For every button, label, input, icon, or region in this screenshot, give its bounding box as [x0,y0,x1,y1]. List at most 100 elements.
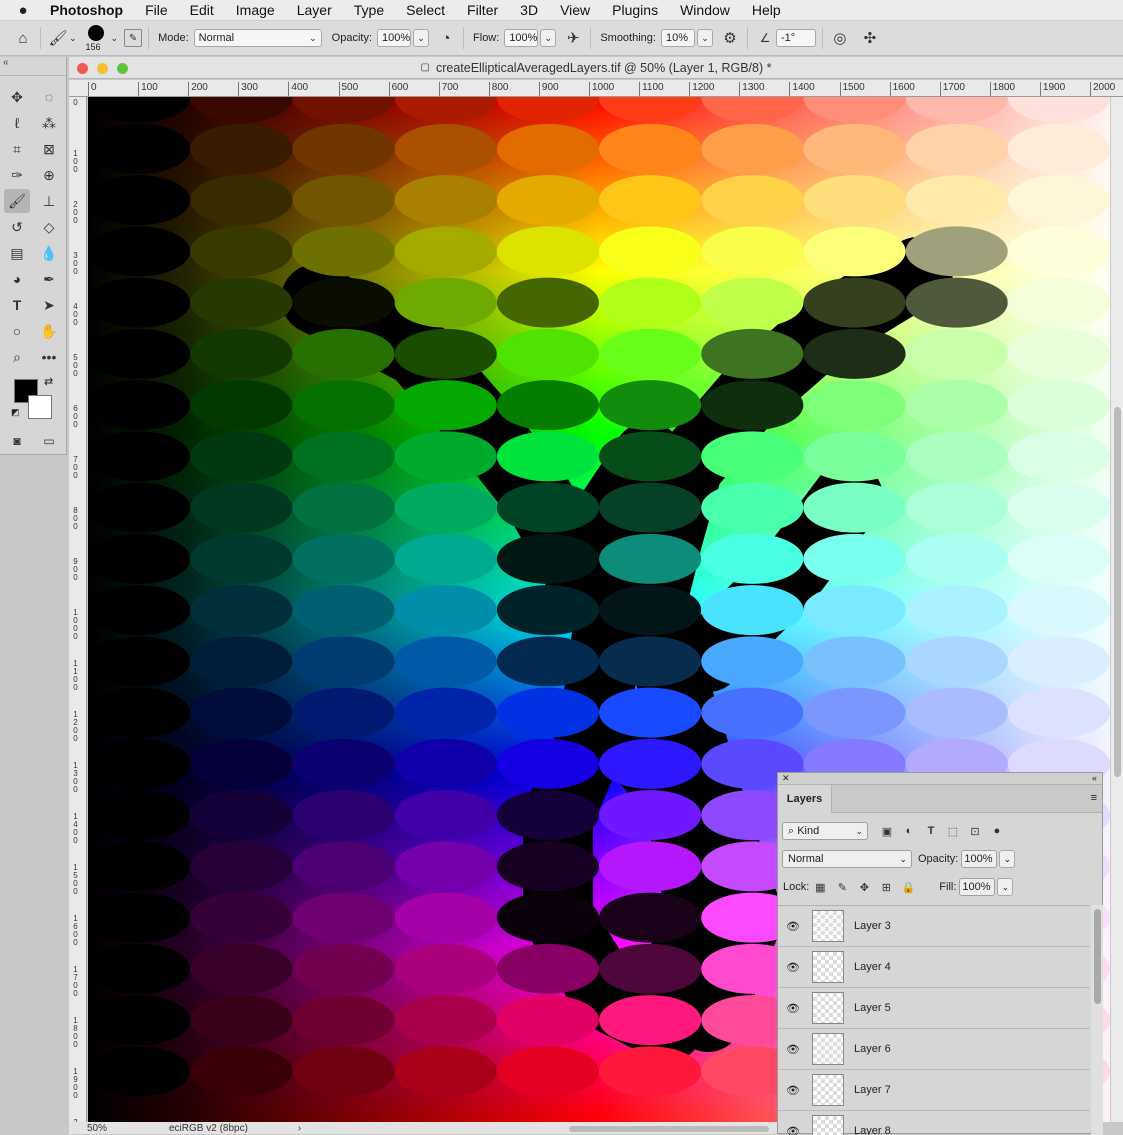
brush-preset-chevron-icon[interactable]: ⌄ [111,33,119,44]
visibility-eye-icon[interactable]: 👁 [778,920,808,933]
layers-scrollbar[interactable] [1091,905,1103,1135]
blur-tool-icon[interactable]: 💧 [36,241,62,265]
close-window-button[interactable] [77,63,88,74]
ellipse-tool-icon[interactable]: ○ [4,319,30,343]
visibility-eye-icon[interactable]: 👁 [778,1084,808,1097]
brush-tool-icon[interactable]: 🖌 [47,27,69,49]
apple-icon[interactable]: ● [0,2,46,19]
layer-opacity-input[interactable]: 100% [961,850,997,868]
mode-select[interactable]: Normal ⌄ [194,29,322,47]
gear-icon[interactable]: ⚙ [719,27,741,49]
menu-window[interactable]: Window [669,2,741,18]
filter-adjustment-icon[interactable]: ◐ [898,822,920,840]
clone-stamp-tool-icon[interactable]: ⊥ [36,189,62,213]
menu-image[interactable]: Image [225,2,286,18]
more-tools-icon[interactable]: ••• [36,345,62,369]
minimize-window-button[interactable] [97,63,108,74]
healing-brush-tool-icon[interactable]: ⊕ [36,163,62,187]
brush-angle-input[interactable]: -1° [776,29,816,47]
default-colors-icon[interactable]: ◩ [11,407,20,418]
airbrush-icon[interactable]: ✈ [562,27,584,49]
scrollbar-thumb[interactable] [1094,909,1101,1004]
filter-type-icon[interactable]: T [920,822,942,840]
smoothing-dropdown[interactable]: ⌄ [697,29,713,47]
symmetry-butterfly-icon[interactable]: ✣ [859,27,881,49]
swap-colors-icon[interactable]: ⇄ [44,375,53,388]
filter-pixel-icon[interactable]: ▣ [876,822,898,840]
opacity-dropdown[interactable]: ⌄ [413,29,429,47]
status-menu-chevron-icon[interactable]: › [298,1123,301,1134]
menu-type[interactable]: Type [343,2,395,18]
type-tool-icon[interactable]: T [4,293,30,317]
menu-app[interactable]: Photoshop [46,2,134,18]
screen-mode-icon[interactable]: ▭ [36,429,62,453]
filter-smart-object-icon[interactable]: ⊡ [964,822,986,840]
pressure-opacity-icon[interactable]: ◔ [435,27,457,49]
close-panel-icon[interactable]: ✕ [782,773,790,784]
opacity-input[interactable]: 100% [377,29,411,47]
filter-toggle-icon[interactable]: ● [986,822,1008,840]
visibility-eye-icon[interactable]: 👁 [778,1043,808,1056]
lock-transparent-pixels-icon[interactable]: ▦ [809,878,831,896]
dodge-tool-icon[interactable]: ◕ [4,267,30,291]
layer-row[interactable]: 👁 Layer 3 [778,906,1090,947]
layer-row[interactable]: 👁 Layer 4 [778,947,1090,988]
canvas-horizontal-scrollbar[interactable] [569,1126,769,1132]
menu-help[interactable]: Help [741,2,792,18]
background-color-swatch[interactable] [28,395,52,419]
lock-all-icon[interactable]: 🔒 [897,878,919,896]
layer-opacity-dropdown[interactable]: ⌄ [999,850,1015,868]
path-selection-tool-icon[interactable]: ➤ [36,293,62,317]
menu-layer[interactable]: Layer [286,2,343,18]
pressure-size-icon[interactable]: ◎ [829,27,851,49]
tab-layers[interactable]: Layers [778,785,832,813]
menu-edit[interactable]: Edit [179,2,225,18]
lock-position-icon[interactable]: ✥ [853,878,875,896]
brush-settings-icon[interactable]: ✎ [124,29,142,47]
flow-dropdown[interactable]: ⌄ [540,29,556,47]
frame-tool-icon[interactable]: ⊠ [36,137,62,161]
menu-filter[interactable]: Filter [456,2,509,18]
horizontal-ruler[interactable]: 0100200300400500600700800900100011001200… [69,80,1123,97]
visibility-eye-icon[interactable]: 👁 [778,961,808,974]
fill-dropdown[interactable]: ⌄ [997,878,1013,896]
menu-select[interactable]: Select [395,2,456,18]
brush-preset-picker[interactable]: 156 [83,23,111,53]
zoom-window-button[interactable] [117,63,128,74]
layer-row[interactable]: 👁 Layer 6 [778,1029,1090,1070]
filter-kind-select[interactable]: ⌕ Kind ⌄ [782,822,868,840]
pen-tool-icon[interactable]: ✒ [36,267,62,291]
filter-shape-icon[interactable]: ⬚ [942,822,964,840]
history-brush-tool-icon[interactable]: ↺ [4,215,30,239]
tools-panel-header[interactable]: « [0,57,66,76]
scrollbar-thumb[interactable] [1114,407,1121,777]
magic-wand-tool-icon[interactable]: ⁂ [36,111,62,135]
panel-menu-icon[interactable]: ≡ [1091,792,1097,804]
eraser-tool-icon[interactable]: ◇ [36,215,62,239]
canvas-vertical-scrollbar[interactable] [1111,97,1123,1122]
home-icon[interactable]: ⌂ [12,27,34,49]
lasso-tool-icon[interactable]: ℓ [4,111,30,135]
menu-3d[interactable]: 3D [509,2,549,18]
menu-plugins[interactable]: Plugins [601,2,669,18]
smoothing-input[interactable]: 10% [661,29,695,47]
collapse-panel-icon[interactable]: « [1092,773,1097,783]
move-tool-icon[interactable]: ✥ [4,85,30,109]
vertical-ruler[interactable]: 0100200300400500600700800900100011001200… [69,97,87,1122]
zoom-tool-icon[interactable]: ⌕ [4,345,30,369]
menu-file[interactable]: File [134,2,179,18]
zoom-level[interactable]: 50% [87,1123,157,1134]
crop-tool-icon[interactable]: ⌗ [4,137,30,161]
layer-row[interactable]: 👁 Layer 7 [778,1070,1090,1111]
lock-artboard-icon[interactable]: ⊞ [875,878,897,896]
fill-input[interactable]: 100% [959,878,995,896]
brush-tool-icon[interactable]: 🖌 [4,189,30,213]
visibility-eye-icon[interactable]: 👁 [778,1002,808,1015]
menu-view[interactable]: View [549,2,601,18]
layer-row[interactable]: 👁 Layer 8 [778,1111,1090,1135]
hand-tool-icon[interactable]: ✋ [36,319,62,343]
eyedropper-tool-icon[interactable]: ✑ [4,163,30,187]
layer-row[interactable]: 👁 Layer 5 [778,988,1090,1029]
lock-image-pixels-icon[interactable]: ✎ [831,878,853,896]
quick-mask-icon[interactable]: ◙ [4,429,30,453]
